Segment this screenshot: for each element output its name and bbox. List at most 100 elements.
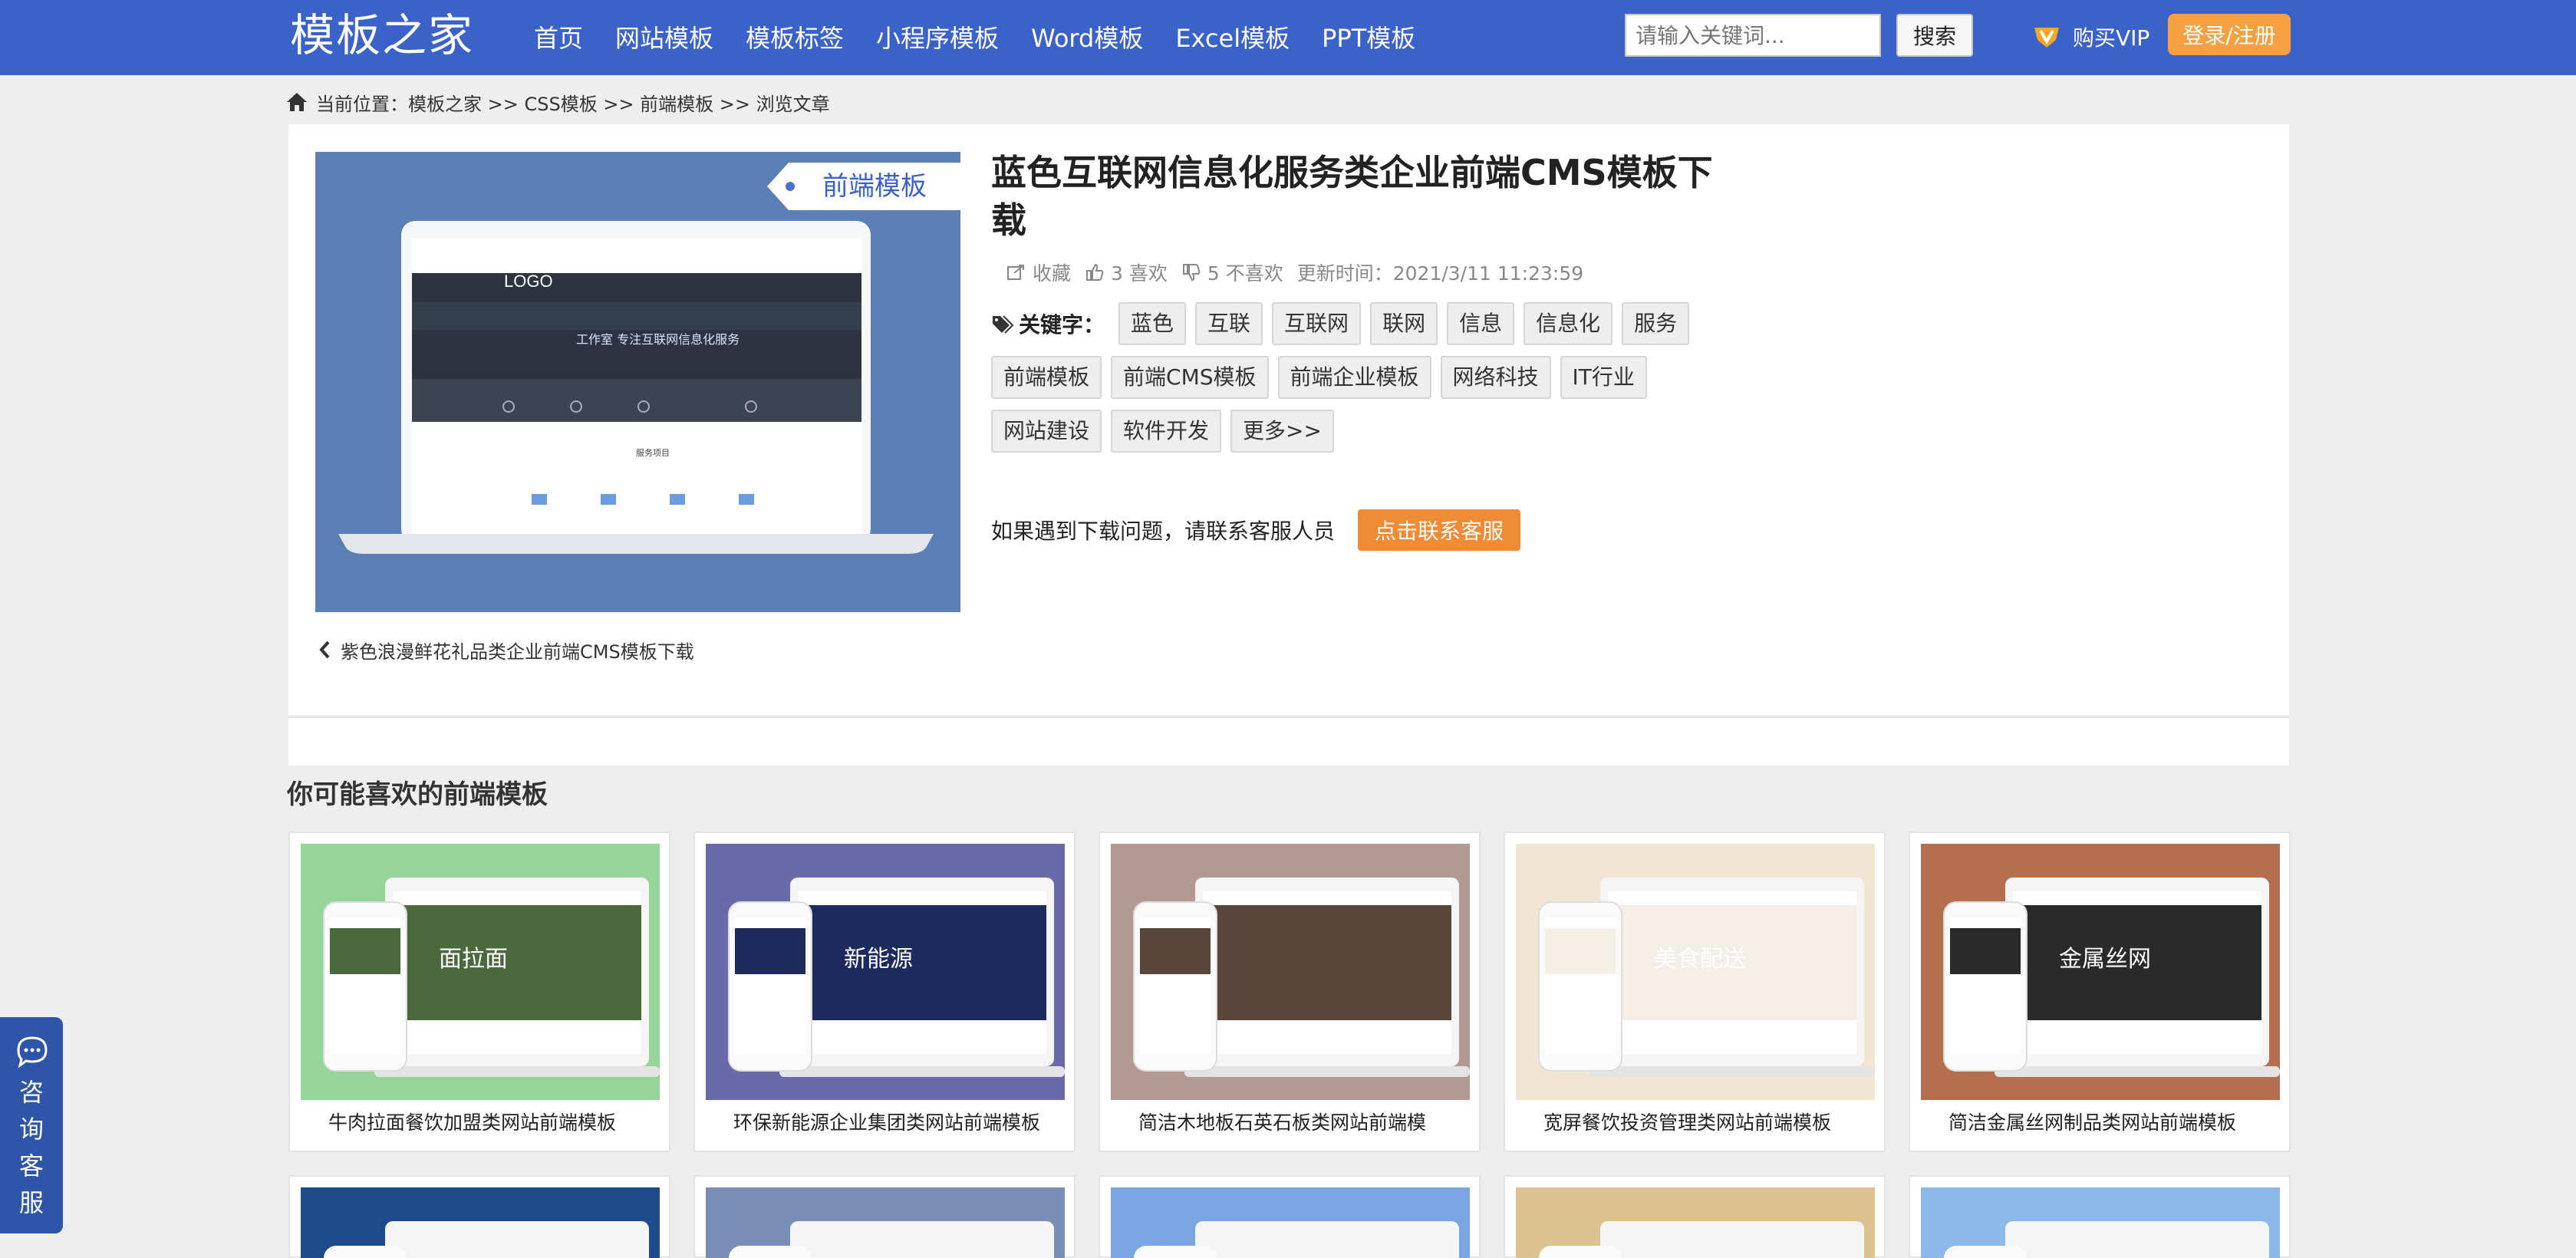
preview-banner-text: 工作室 专注互联网信息化服务 (576, 332, 740, 347)
site-logo[interactable]: 模板之家 (290, 5, 474, 66)
top-header: 模板之家 首页 网站模板 模板标签 小程序模板 Word模板 Excel模板 P… (0, 0, 2576, 75)
chat-bubble-icon (17, 1036, 48, 1068)
template-card-title[interactable]: 环保新能源企业集团类网站前端模板 (733, 1102, 1040, 1144)
thumbnail-headline: 美食配送 (1654, 946, 1746, 973)
template-card-title[interactable]: 简洁金属丝网制品类网站前端模板 (1948, 1102, 2236, 1144)
tag-item[interactable]: 互联网 (1272, 302, 1362, 345)
template-thumbnail[interactable]: 新能源 (706, 844, 1065, 1100)
tag-item[interactable]: 信息 (1447, 302, 1515, 345)
help-text: 如果遇到下载问题，请联系客服人员 (991, 519, 1336, 544)
article-meta: 收藏 3 喜欢 5 不喜欢 更新时间：2021/3/11 11:23:59 (1006, 258, 1583, 287)
vip-label: 购买VIP (2073, 25, 2150, 51)
keyword-tags-row-3: 网站建设 软件开发 更多>> (991, 408, 1343, 454)
consult-support-widget[interactable]: 咨询客服 (0, 1017, 63, 1233)
keywords-label-text: 关键字： (1019, 312, 1105, 338)
consult-char: 咨 (18, 1078, 44, 1107)
template-thumbnail[interactable]: 面拉面 (301, 844, 660, 1100)
template-card[interactable]: 美食配送宽屏餐饮投资管理类网站前端模板 (1504, 832, 1886, 1152)
login-register-button[interactable]: 登录/注册 (2168, 14, 2291, 55)
tag-item[interactable]: 互联 (1195, 302, 1263, 345)
tag-item[interactable]: 联网 (1370, 302, 1438, 345)
share-icon (1007, 265, 1024, 280)
template-thumbnail[interactable] (301, 1187, 660, 1258)
search-button[interactable]: 搜索 (1896, 14, 1973, 57)
ribbon-label: 前端模板 (822, 171, 927, 202)
template-card-title[interactable]: 宽屏餐饮投资管理类网站前端模板 (1543, 1102, 1831, 1144)
keyword-tags-row-1: 关键字： 蓝色 互联 互联网 联网 信息 信息化 服务 (991, 301, 1698, 347)
home-icon (287, 93, 307, 111)
tag-item[interactable]: 蓝色 (1118, 302, 1187, 345)
dislikes-count: 5 不喜欢 (1207, 262, 1283, 285)
update-time: 更新时间：2021/3/11 11:23:59 (1296, 262, 1584, 285)
laptop-mockup: LOGO 工作室 专注互联网信息化服务 服务项目 (315, 152, 960, 612)
recommend-title: 你可能喜欢的前端模板 (287, 779, 548, 810)
nav-template-tags[interactable]: 模板标签 (746, 19, 844, 54)
tag-item[interactable]: IT行业 (1560, 356, 1647, 399)
tag-item[interactable]: 信息化 (1524, 302, 1613, 345)
tag-item[interactable]: 网络科技 (1440, 356, 1551, 399)
template-card-title[interactable]: 简洁木地板石英石板类网站前端模 (1138, 1102, 1426, 1144)
tag-item[interactable]: 网站建设 (991, 410, 1102, 453)
nav-excel-templates[interactable]: Excel模板 (1175, 19, 1290, 54)
keywords-label: 关键字： (991, 308, 1105, 339)
preview-section-text: 服务项目 (636, 448, 670, 458)
dislike-button[interactable]: 5 不喜欢 (1181, 259, 1283, 286)
chevron-left-icon (319, 641, 330, 659)
like-button[interactable]: 3 喜欢 (1085, 259, 1168, 286)
tag-item[interactable]: 服务 (1622, 302, 1690, 345)
previous-article-link[interactable]: 紫色浪漫鲜花礼品类企业前端CMS模板下载 (318, 637, 694, 663)
thumbs-up-icon (1086, 263, 1104, 281)
consult-char: 客 (18, 1151, 44, 1181)
tag-item[interactable]: 前端模板 (991, 356, 1102, 399)
ribbon-shape: 前端模板 (767, 163, 960, 210)
nav-ppt-templates[interactable]: PPT模板 (1322, 19, 1415, 54)
article-title: 蓝色互联网信息化服务类企业前端CMS模板下载 (991, 152, 1713, 241)
keyword-tags-row-2: 前端模板 前端CMS模板 前端企业模板 网络科技 IT行业 (991, 354, 1656, 400)
thumbnail-headline: 金属丝网 (2059, 946, 2151, 973)
download-help: 如果遇到下载问题，请联系客服人员 点击联系客服 (991, 509, 1521, 551)
breadcrumb-text[interactable]: 当前位置：模板之家 >> CSS模板 >> 前端模板 >> 浏览文章 (316, 89, 830, 116)
vip-crown-icon (2034, 28, 2059, 48)
thumbnail-headline: 面拉面 (439, 946, 508, 973)
category-ribbon[interactable]: 前端模板 (767, 163, 960, 213)
favorite-button[interactable]: 收藏 (1006, 259, 1071, 286)
thumbnail-headline: 新能源 (844, 946, 913, 973)
template-thumbnail[interactable] (1111, 1187, 1470, 1258)
template-thumbnail[interactable]: 美食配送 (1516, 844, 1875, 1100)
previous-article-title: 紫色浪漫鲜花礼品类企业前端CMS模板下载 (341, 641, 694, 663)
nav-home[interactable]: 首页 (534, 19, 583, 54)
likes-count: 3 喜欢 (1111, 262, 1168, 285)
template-card[interactable]: 新能源环保新能源企业集团类网站前端模板 (693, 832, 1076, 1152)
tags-icon (993, 315, 1014, 334)
template-card[interactable] (1504, 1175, 1886, 1258)
contact-support-button[interactable]: 点击联系客服 (1358, 509, 1521, 551)
template-card[interactable] (288, 1175, 670, 1258)
preview-logo-text: LOGO (504, 272, 553, 291)
nav-website-templates[interactable]: 网站模板 (615, 19, 713, 54)
buy-vip-link[interactable]: 购买VIP (2031, 20, 2149, 54)
template-thumbnail[interactable]: 金属丝网 (1921, 844, 2280, 1100)
search-input[interactable] (1625, 14, 1881, 57)
template-card[interactable] (1909, 1175, 2291, 1258)
consult-char: 询 (18, 1115, 44, 1144)
template-card[interactable] (693, 1175, 1076, 1258)
template-card[interactable]: 金属丝网简洁金属丝网制品类网站前端模板 (1909, 832, 2291, 1152)
template-preview-image[interactable]: LOGO 工作室 专注互联网信息化服务 服务项目 (315, 152, 960, 612)
template-card-title[interactable]: 牛肉拉面餐饮加盟类网站前端模板 (328, 1102, 616, 1144)
more-tags-link[interactable]: 更多>> (1230, 410, 1334, 453)
template-thumbnail[interactable] (1921, 1187, 2280, 1258)
template-thumbnail[interactable] (706, 1187, 1065, 1258)
nav-word-templates[interactable]: Word模板 (1031, 19, 1143, 54)
breadcrumb: 当前位置：模板之家 >> CSS模板 >> 前端模板 >> 浏览文章 (285, 89, 830, 115)
favorite-label: 收藏 (1033, 262, 1072, 285)
template-card[interactable] (1099, 1175, 1481, 1258)
tag-item[interactable]: 前端企业模板 (1277, 356, 1431, 399)
template-card[interactable]: 面拉面牛肉拉面餐饮加盟类网站前端模板 (288, 832, 670, 1152)
tag-item[interactable]: 前端CMS模板 (1111, 356, 1269, 399)
nav-miniprogram-templates[interactable]: 小程序模板 (876, 19, 999, 54)
tag-item[interactable]: 软件开发 (1111, 410, 1222, 453)
template-thumbnail[interactable] (1111, 844, 1470, 1100)
main-nav: 首页 网站模板 模板标签 小程序模板 Word模板 Excel模板 PPT模板 (534, 18, 1448, 55)
template-card[interactable]: 简洁木地板石英石板类网站前端模 (1099, 832, 1481, 1152)
template-thumbnail[interactable] (1516, 1187, 1875, 1258)
